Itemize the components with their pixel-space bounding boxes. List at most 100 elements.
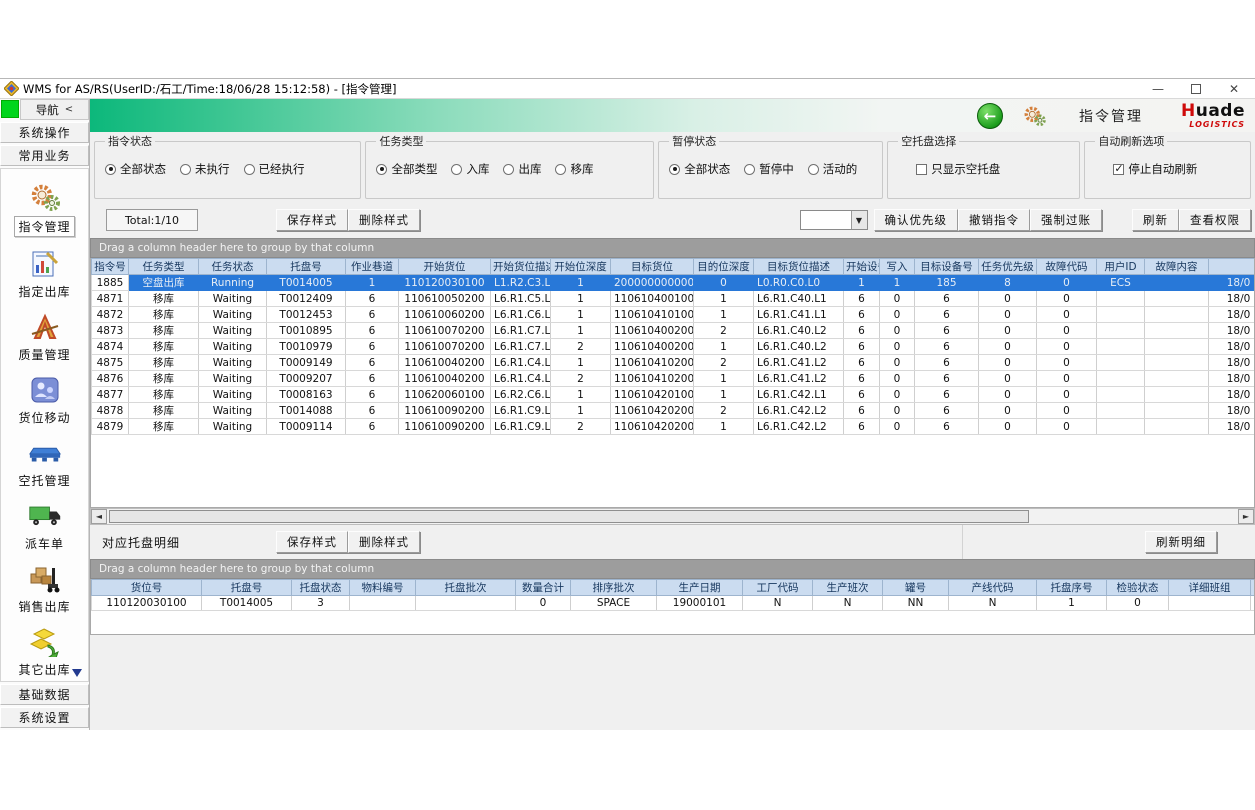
- refresh-detail-button[interactable]: 刷新明细: [1145, 531, 1217, 553]
- scroll-right-icon[interactable]: ►: [1238, 509, 1254, 524]
- close-icon[interactable]: ✕: [1227, 82, 1241, 96]
- radio-活动的[interactable]: 活动的: [808, 161, 858, 177]
- column-header[interactable]: 托盘批次: [416, 580, 516, 596]
- checkbox-icon[interactable]: [1113, 164, 1124, 175]
- column-header[interactable]: 开始位深度: [551, 259, 611, 275]
- radio-icon[interactable]: [555, 164, 566, 175]
- radio-icon[interactable]: [180, 164, 191, 175]
- column-header[interactable]: 故障代码: [1037, 259, 1097, 275]
- column-header[interactable]: 目标货位描述: [754, 259, 844, 275]
- button-撤销指令[interactable]: 撤销指令: [958, 209, 1030, 231]
- back-button[interactable]: ←: [977, 103, 1003, 129]
- column-header[interactable]: 工厂代码: [743, 580, 813, 596]
- radio-全部类型[interactable]: 全部类型: [376, 161, 437, 177]
- button-保存样式[interactable]: 保存样式: [276, 209, 348, 231]
- scrollbar-track[interactable]: [107, 509, 1238, 524]
- column-header[interactable]: 作业巷道: [346, 259, 399, 275]
- instruction-row[interactable]: 4873移库WaitingT00108956110610070200L6.R1.…: [92, 323, 1255, 339]
- column-header[interactable]: 开始货位描述: [491, 259, 551, 275]
- column-header[interactable]: 货位号: [92, 580, 202, 596]
- instruction-row[interactable]: 4874移库WaitingT00109796110610070200L6.R1.…: [92, 339, 1255, 355]
- instruction-row[interactable]: 4879移库WaitingT00091146110610090200L6.R1.…: [92, 419, 1255, 435]
- restore-icon[interactable]: [1191, 84, 1201, 94]
- column-header[interactable]: 托盘状态: [292, 580, 350, 596]
- button-删除样式[interactable]: 删除样式: [348, 209, 420, 231]
- radio-全部状态[interactable]: 全部状态: [669, 161, 730, 177]
- sidebar-item-6[interactable]: 派车单: [3, 496, 87, 555]
- column-header[interactable]: 生产日期: [657, 580, 743, 596]
- sidebar-item-5[interactable]: 空托管理: [3, 433, 87, 492]
- radio-icon[interactable]: [451, 164, 462, 175]
- instruction-row[interactable]: 1885空盘出库RunningT00140051110120030100L1.R…: [92, 275, 1255, 291]
- main-grid-groupby-bar[interactable]: Drag a column header here to group by th…: [90, 238, 1255, 258]
- column-header[interactable]: 开始货位: [399, 259, 491, 275]
- column-header[interactable]: 详细班组: [1169, 580, 1251, 596]
- button-强制过账[interactable]: 强制过账: [1030, 209, 1102, 231]
- sidebar-item-1[interactable]: 指令管理: [3, 177, 87, 240]
- sidebar-item-3[interactable]: 质量管理: [3, 307, 87, 366]
- radio-icon[interactable]: [105, 164, 116, 175]
- checkbox-只显示空托盘[interactable]: 只显示空托盘: [916, 161, 1000, 177]
- column-header[interactable]: 托盘号: [267, 259, 346, 275]
- column-header[interactable]: 托盘号: [202, 580, 292, 596]
- sidebar-section-common-business[interactable]: 常用业务: [0, 145, 89, 166]
- radio-icon[interactable]: [669, 164, 680, 175]
- button-查看权限[interactable]: 查看权限: [1179, 209, 1251, 231]
- column-header[interactable]: 物料编号: [350, 580, 416, 596]
- instruction-row[interactable]: 4875移库WaitingT00091496110610040200L6.R1.…: [92, 355, 1255, 371]
- sidebar-section-system-ops[interactable]: 系统操作: [0, 122, 89, 143]
- sidebar-item-2[interactable]: 指定出库: [3, 244, 87, 303]
- minimize-icon[interactable]: —: [1151, 82, 1165, 96]
- column-header[interactable]: 用户ID: [1097, 259, 1145, 275]
- sidebar-item-4[interactable]: 货位移动: [3, 370, 87, 429]
- radio-icon[interactable]: [376, 164, 387, 175]
- chevron-down-icon[interactable]: ▼: [851, 211, 867, 229]
- radio-icon[interactable]: [503, 164, 514, 175]
- column-header[interactable]: 数量合计: [516, 580, 571, 596]
- column-header[interactable]: 生产班次: [813, 580, 883, 596]
- column-header[interactable]: 目标货位: [611, 259, 694, 275]
- column-header[interactable]: 产线代码: [949, 580, 1037, 596]
- column-header[interactable]: 任务状态: [199, 259, 267, 275]
- column-header[interactable]: 故障内容: [1145, 259, 1209, 275]
- column-header[interactable]: 检验状态: [1107, 580, 1169, 596]
- horizontal-scrollbar[interactable]: ◄ ►: [90, 508, 1255, 525]
- radio-icon[interactable]: [744, 164, 755, 175]
- instruction-row[interactable]: 4872移库WaitingT00124536110610060200L6.R1.…: [92, 307, 1255, 323]
- button-确认优先级[interactable]: 确认优先级: [874, 209, 959, 231]
- detail-button-保存样式[interactable]: 保存样式: [276, 531, 348, 553]
- radio-移库[interactable]: 移库: [555, 161, 593, 177]
- radio-入库[interactable]: 入库: [451, 161, 489, 177]
- column-header[interactable]: 指令号: [92, 259, 129, 275]
- column-header[interactable]: 目的位深度: [694, 259, 754, 275]
- priority-dropdown[interactable]: ▼: [800, 210, 868, 230]
- instruction-row[interactable]: 4876移库WaitingT00092076110610040200L6.R1.…: [92, 371, 1255, 387]
- nav-header[interactable]: 导航 <: [20, 99, 89, 120]
- detail-button-删除样式[interactable]: 删除样式: [348, 531, 420, 553]
- radio-全部状态[interactable]: 全部状态: [105, 161, 166, 177]
- column-header[interactable]: 任务优先级: [979, 259, 1037, 275]
- sidebar-section-system-settings[interactable]: 系统设置: [0, 707, 89, 728]
- radio-已经执行[interactable]: 已经执行: [244, 161, 305, 177]
- pallet-detail-row[interactable]: 110120030100T001400530SPACE19000101NNNNN…: [92, 596, 1255, 611]
- sidebar-section-base-data[interactable]: 基础数据: [0, 684, 89, 705]
- button-刷新[interactable]: 刷新: [1132, 209, 1179, 231]
- column-header[interactable]: 排序批次: [571, 580, 657, 596]
- instruction-row[interactable]: 4877移库WaitingT00081636110620060100L6.R2.…: [92, 387, 1255, 403]
- detail-grid-groupby-bar[interactable]: Drag a column header here to group by th…: [90, 559, 1255, 579]
- scroll-down-icon[interactable]: [72, 669, 82, 677]
- scrollbar-thumb[interactable]: [109, 510, 1029, 523]
- column-header[interactable]: [1209, 259, 1255, 275]
- column-header[interactable]: 任务类型: [129, 259, 199, 275]
- column-header[interactable]: 开始设备: [844, 259, 880, 275]
- nav-collapse-icon[interactable]: <: [65, 104, 73, 115]
- radio-未执行[interactable]: 未执行: [180, 161, 230, 177]
- radio-icon[interactable]: [808, 164, 819, 175]
- column-header[interactable]: 备注: [1251, 580, 1255, 596]
- scroll-left-icon[interactable]: ◄: [91, 509, 107, 524]
- instruction-row[interactable]: 4871移库WaitingT00124096110610050200L6.R1.…: [92, 291, 1255, 307]
- column-header[interactable]: 写入: [880, 259, 915, 275]
- radio-icon[interactable]: [244, 164, 255, 175]
- column-header[interactable]: 托盘序号: [1037, 580, 1107, 596]
- instruction-row[interactable]: 4878移库WaitingT00140886110610090200L6.R1.…: [92, 403, 1255, 419]
